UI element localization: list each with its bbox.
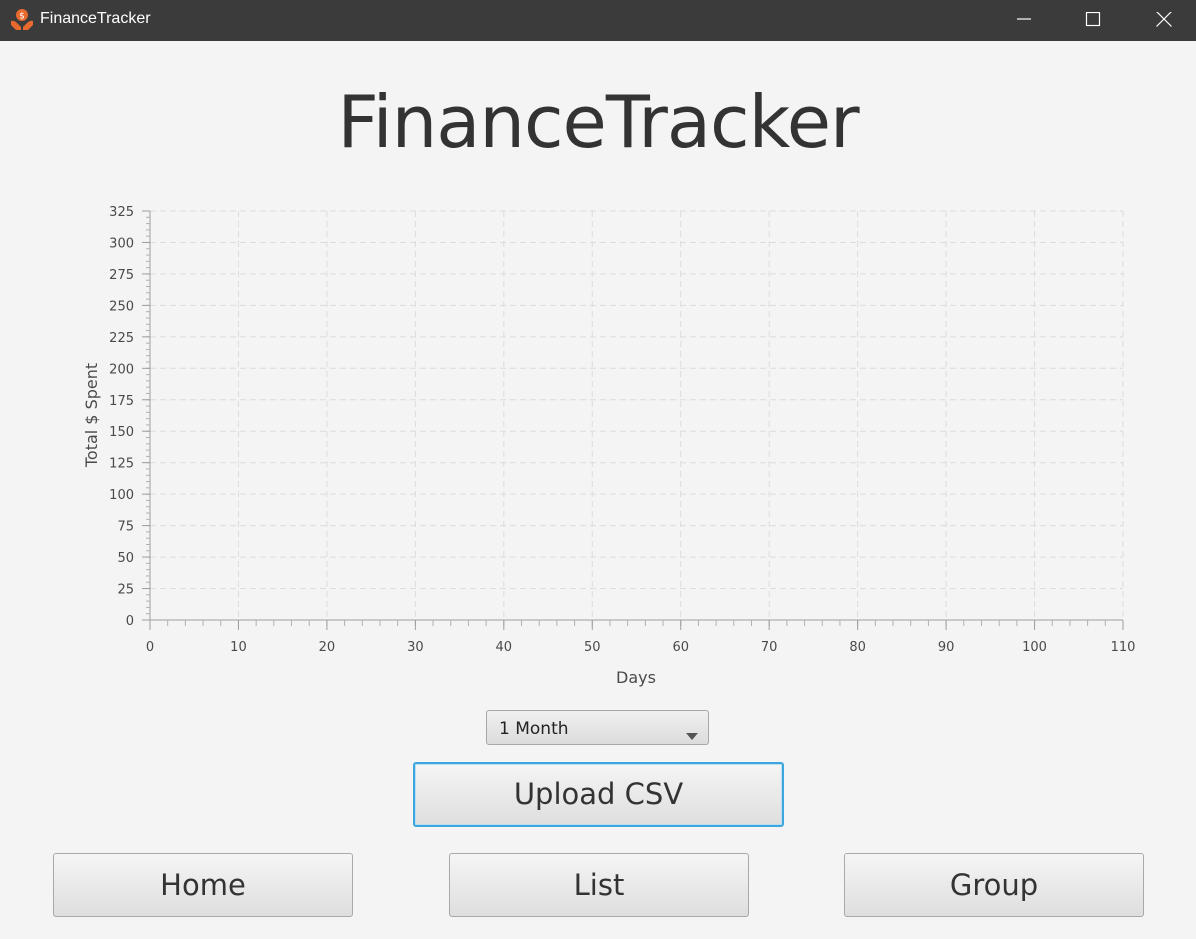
y-tick-label: 325 bbox=[109, 205, 134, 220]
chart-grid bbox=[150, 210, 1124, 620]
x-tick-label: 10 bbox=[230, 640, 247, 655]
home-button[interactable]: Home bbox=[53, 853, 353, 917]
spending-chart: 0 25 50 75 100 125 150 175 200 225 250 275 300 325 0 10… bbox=[82, 205, 1135, 687]
upload-csv-label: Upload CSV bbox=[513, 777, 684, 811]
y-tick-label: 225 bbox=[109, 331, 134, 346]
x-tick-label: 90 bbox=[938, 640, 955, 655]
y-tick-label: 100 bbox=[109, 488, 134, 503]
list-button[interactable]: List bbox=[449, 853, 749, 917]
home-label: Home bbox=[160, 868, 246, 902]
x-tick-label: 20 bbox=[319, 640, 336, 655]
upload-csv-button[interactable]: Upload CSV bbox=[413, 762, 784, 827]
period-select[interactable]: 1 Month bbox=[486, 710, 709, 745]
y-tick-label: 300 bbox=[109, 236, 134, 251]
group-button[interactable]: Group bbox=[844, 853, 1144, 917]
x-tick-label: 40 bbox=[496, 640, 513, 655]
x-tick-label: 110 bbox=[1111, 640, 1136, 655]
y-tick-label: 150 bbox=[109, 425, 134, 440]
y-tick-label: 275 bbox=[109, 268, 134, 283]
x-tick-label: 30 bbox=[407, 640, 424, 655]
x-tick-label: 80 bbox=[849, 640, 866, 655]
y-tick-label: 200 bbox=[109, 362, 134, 377]
x-tick-label: 100 bbox=[1022, 640, 1047, 655]
x-tick-label: 70 bbox=[761, 640, 778, 655]
y-tick-label: 175 bbox=[109, 394, 134, 409]
y-tick-label: 25 bbox=[117, 583, 134, 598]
y-tick-label: 0 bbox=[126, 614, 134, 629]
y-axis-label: Total $ Spent bbox=[82, 363, 101, 468]
y-tick-label: 125 bbox=[109, 457, 134, 472]
x-tick-label: 50 bbox=[584, 640, 601, 655]
x-tick-label: 60 bbox=[672, 640, 689, 655]
chart-axes: 0 25 50 75 100 125 150 175 200 225 250 275 300 325 0 10… bbox=[109, 205, 1135, 655]
y-tick-label: 75 bbox=[117, 520, 134, 535]
y-tick-label: 50 bbox=[117, 551, 134, 566]
list-label: List bbox=[573, 868, 625, 902]
chevron-down-icon bbox=[686, 725, 698, 744]
y-tick-label: 250 bbox=[109, 299, 134, 314]
x-axis-label: Days bbox=[616, 668, 656, 687]
group-label: Group bbox=[949, 868, 1039, 902]
period-select-value: 1 Month bbox=[499, 719, 569, 739]
x-tick-label: 0 bbox=[146, 640, 154, 655]
